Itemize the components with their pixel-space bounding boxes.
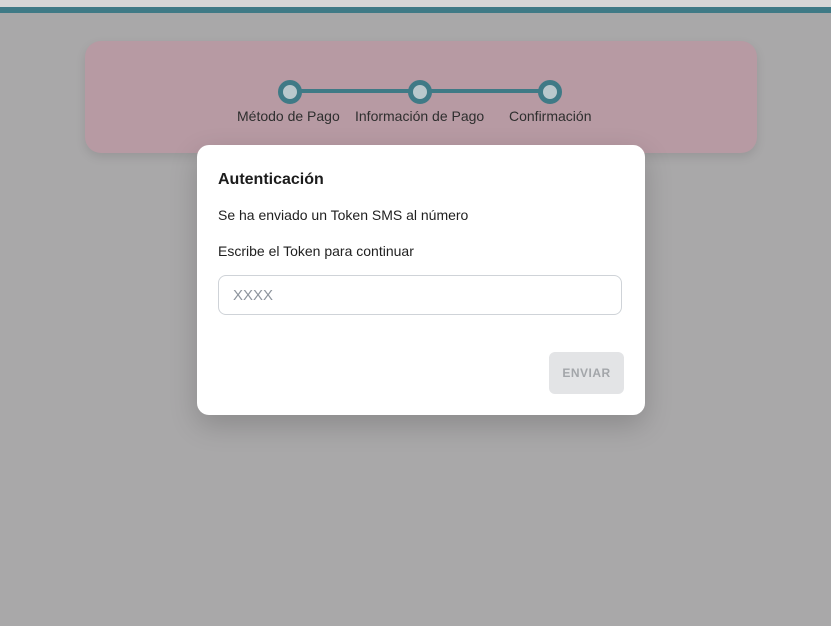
token-instruction: Escribe el Token para continuar bbox=[218, 243, 414, 259]
top-header-bar bbox=[0, 0, 831, 13]
header-accent-stripe bbox=[0, 7, 831, 13]
token-input[interactable] bbox=[218, 275, 622, 315]
step-1-dot-icon bbox=[278, 80, 302, 104]
step-3-label: Confirmación bbox=[509, 108, 592, 124]
dialog-title: Autenticación bbox=[218, 171, 324, 188]
step-2-dot-icon bbox=[408, 80, 432, 104]
sms-sent-message: Se ha enviado un Token SMS al número bbox=[218, 207, 469, 223]
authentication-dialog: Autenticación Se ha enviado un Token SMS… bbox=[197, 145, 645, 415]
checkout-stepper: Método de Pago Información de Pago Confi… bbox=[85, 41, 757, 153]
step-1-label: Método de Pago bbox=[237, 108, 340, 124]
step-3-dot-icon bbox=[538, 80, 562, 104]
send-button[interactable]: ENVIAR bbox=[549, 352, 624, 394]
step-2-label: Información de Pago bbox=[355, 108, 485, 124]
